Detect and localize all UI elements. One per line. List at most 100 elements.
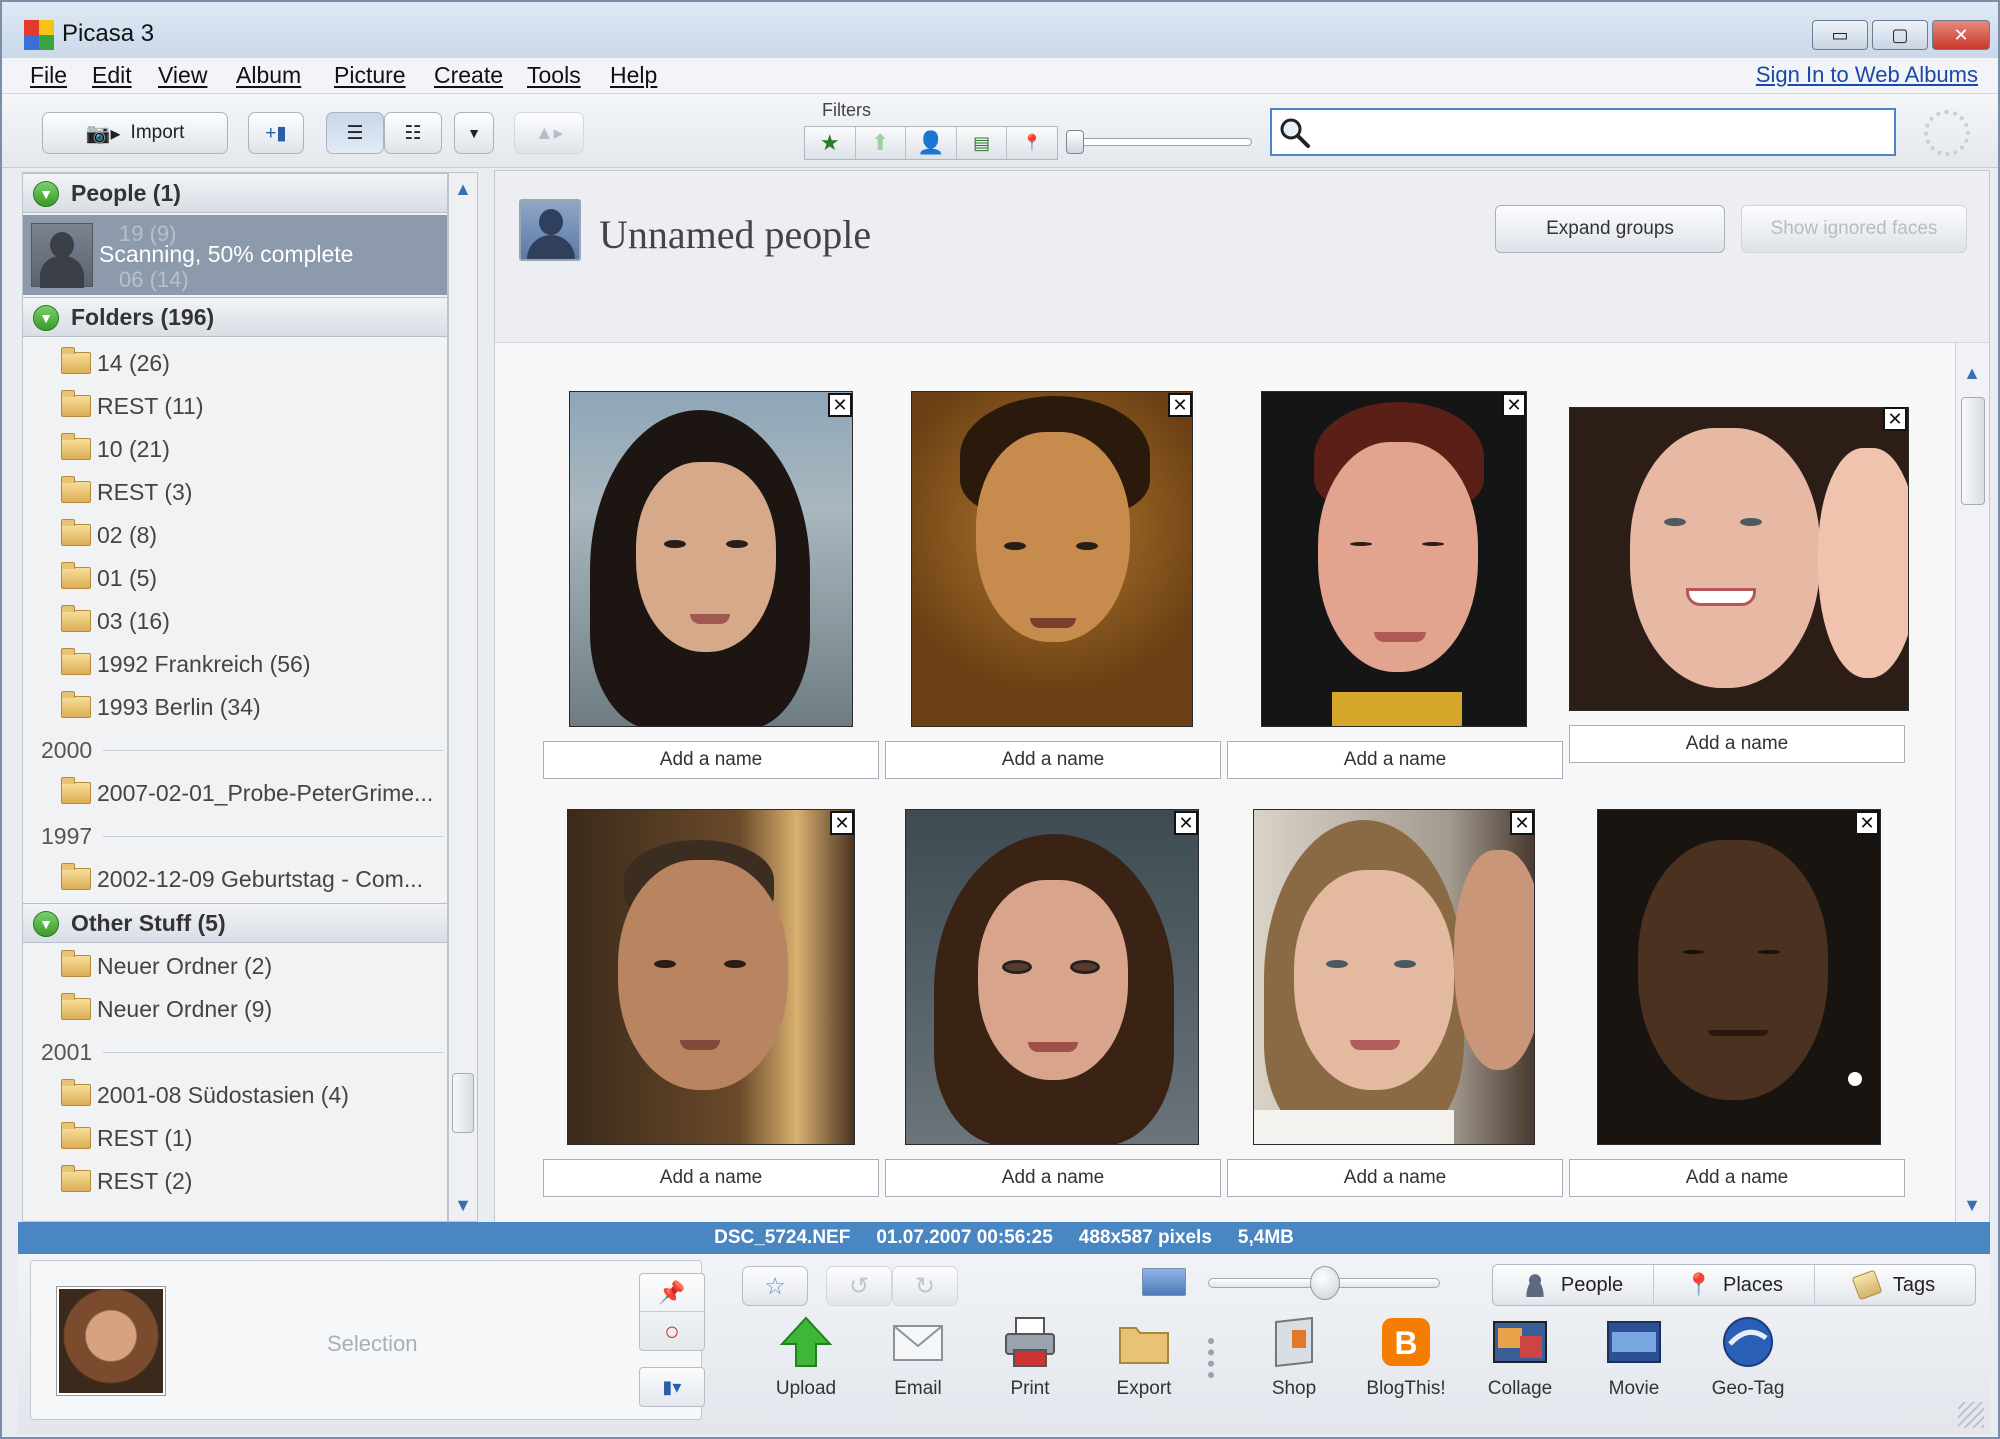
expand-triangle-icon[interactable]: ▼ (33, 181, 59, 207)
collage-button[interactable]: Collage (1470, 1310, 1570, 1430)
folder-item[interactable]: 01 (5) (23, 558, 447, 598)
main-scroll-thumb[interactable] (1961, 397, 1985, 505)
folder-item[interactable]: REST (1) (23, 1118, 447, 1158)
add-to-album-dropdown[interactable]: ▮▾ (639, 1367, 705, 1407)
show-ignored-faces-button[interactable]: Show ignored faces (1741, 205, 1967, 253)
scroll-down-arrow-icon[interactable]: ▼ (453, 1195, 473, 1215)
main-scrollbar[interactable]: ▲ ▼ (1955, 343, 1989, 1223)
scroll-down-arrow-icon[interactable]: ▼ (1962, 1195, 1982, 1215)
rotate-left-button[interactable]: ↺ (826, 1266, 892, 1306)
sign-in-link[interactable]: Sign In to Web Albums (1756, 62, 1978, 88)
slideshow-button[interactable]: ▲▸ (514, 112, 584, 154)
search-input[interactable] (1270, 108, 1896, 156)
add-name-field[interactable]: Add a name (885, 741, 1221, 779)
folder-item[interactable]: 02 (8) (23, 515, 447, 555)
menu-file[interactable]: File (30, 62, 67, 89)
date-filter-slider[interactable] (1074, 138, 1252, 146)
add-name-field[interactable]: Add a name (1227, 1159, 1563, 1197)
menu-album[interactable]: Album (236, 62, 301, 89)
scroll-up-arrow-icon[interactable]: ▲ (453, 179, 473, 199)
add-name-field[interactable]: Add a name (1569, 725, 1905, 763)
add-to-album-button[interactable]: +▮ (248, 112, 304, 154)
people-section-header[interactable]: ▼ People (1) (23, 173, 447, 213)
folder-item[interactable]: 2007-02-01_Probe-PeterGrime... (23, 773, 447, 813)
maximize-button[interactable]: ▢ (1872, 20, 1928, 50)
email-button[interactable]: Email (868, 1310, 968, 1430)
ignore-face-icon[interactable]: ✕ (830, 811, 854, 835)
date-filter-knob[interactable] (1066, 130, 1084, 154)
other-stuff-section-header[interactable]: ▼ Other Stuff (5) (23, 903, 447, 943)
folder-item[interactable]: 1993 Berlin (34) (23, 687, 447, 727)
folder-item[interactable]: Neuer Ordner (9) (23, 989, 447, 1029)
geotag-button[interactable]: Geo-Tag (1698, 1310, 1798, 1430)
shop-button[interactable]: Shop (1244, 1310, 1344, 1430)
folder-item[interactable]: REST (2) (23, 1161, 447, 1201)
thumbnail-size-knob[interactable] (1310, 1266, 1340, 1300)
folder-item[interactable]: 14 (26) (23, 343, 447, 383)
folder-item[interactable]: 2001-08 Südostasien (4) (23, 1075, 447, 1115)
print-button[interactable]: Print (980, 1310, 1080, 1430)
face-thumbnail[interactable] (905, 809, 1199, 1145)
add-name-field[interactable]: Add a name (1569, 1159, 1905, 1197)
folder-item[interactable]: REST (3) (23, 472, 447, 512)
folder-item[interactable]: Neuer Ordner (2) (23, 946, 447, 986)
menu-picture[interactable]: Picture (334, 62, 406, 89)
sidebar-scroll-thumb[interactable] (452, 1073, 474, 1133)
geotag-filter-icon[interactable]: 📍 (1007, 127, 1057, 159)
upload-button[interactable]: Upload (756, 1310, 856, 1430)
tab-tags[interactable]: Tags (1815, 1265, 1975, 1305)
add-name-field[interactable]: Add a name (1227, 741, 1563, 779)
tree-view-button[interactable]: ☷ (384, 112, 442, 154)
expand-triangle-icon[interactable]: ▼ (33, 911, 59, 937)
import-button[interactable]: 📷▸ Import (42, 112, 228, 154)
menu-tools[interactable]: Tools (527, 62, 581, 89)
ignore-face-icon[interactable]: ✕ (828, 393, 852, 417)
menu-edit[interactable]: Edit (92, 62, 132, 89)
ignore-face-icon[interactable]: ✕ (1510, 811, 1534, 835)
ignore-face-icon[interactable]: ✕ (1502, 393, 1526, 417)
face-thumbnail[interactable] (569, 391, 853, 727)
menu-view[interactable]: View (158, 62, 207, 89)
face-thumbnail[interactable] (1597, 809, 1881, 1145)
menu-create[interactable]: Create (434, 62, 503, 89)
star-button[interactable]: ☆ (742, 1266, 808, 1306)
add-name-field[interactable]: Add a name (543, 741, 879, 779)
view-options-dropdown[interactable]: ▼ (454, 112, 494, 154)
sidebar-scrollbar[interactable]: ▲ ▼ (448, 172, 478, 1222)
scroll-up-arrow-icon[interactable]: ▲ (1962, 363, 1982, 383)
upload-filter-icon[interactable]: ⬆ (856, 127, 907, 159)
add-name-field[interactable]: Add a name (885, 1159, 1221, 1197)
selected-photo-thumbnail[interactable] (57, 1287, 165, 1395)
expand-groups-button[interactable]: Expand groups (1495, 205, 1725, 253)
add-name-field[interactable]: Add a name (543, 1159, 879, 1197)
export-button[interactable]: Export (1094, 1310, 1194, 1430)
menu-help[interactable]: Help (610, 62, 657, 89)
folders-section-header[interactable]: ▼ Folders (196) (23, 297, 447, 337)
people-filter-icon[interactable]: 👤 (906, 127, 957, 159)
list-view-button[interactable]: ☰ (326, 112, 384, 154)
movie-filter-icon[interactable]: ▤ (957, 127, 1008, 159)
folder-item[interactable]: 03 (16) (23, 601, 447, 641)
rotate-right-button[interactable]: ↻ (892, 1266, 958, 1306)
tab-people[interactable]: People (1493, 1265, 1654, 1305)
ignore-face-icon[interactable]: ✕ (1855, 811, 1879, 835)
face-thumbnail[interactable] (1261, 391, 1527, 727)
face-thumbnail[interactable] (567, 809, 855, 1145)
ignore-face-icon[interactable]: ✕ (1168, 393, 1192, 417)
hold-pin-icon[interactable]: 📌 (640, 1274, 704, 1312)
ignore-face-icon[interactable]: ✕ (1883, 407, 1907, 431)
blogthis-button[interactable]: B BlogThis! (1356, 1310, 1456, 1430)
folder-item[interactable]: 1992 Frankreich (56) (23, 644, 447, 684)
movie-button[interactable]: Movie (1584, 1310, 1684, 1430)
resize-grip[interactable] (1958, 1402, 1984, 1428)
folder-item[interactable]: 2002-12-09 Geburtstag - Com... (23, 859, 447, 899)
clear-selection-icon[interactable]: ○ (640, 1312, 704, 1350)
face-thumbnail[interactable] (1253, 809, 1535, 1145)
ignore-face-icon[interactable]: ✕ (1174, 811, 1198, 835)
expand-triangle-icon[interactable]: ▼ (33, 305, 59, 331)
face-thumbnail[interactable] (911, 391, 1193, 727)
folder-item[interactable]: 10 (21) (23, 429, 447, 469)
star-filter-icon[interactable]: ★ (805, 127, 856, 159)
tab-places[interactable]: 📍 Places (1654, 1265, 1815, 1305)
minimize-button[interactable]: ▭ (1812, 20, 1868, 50)
